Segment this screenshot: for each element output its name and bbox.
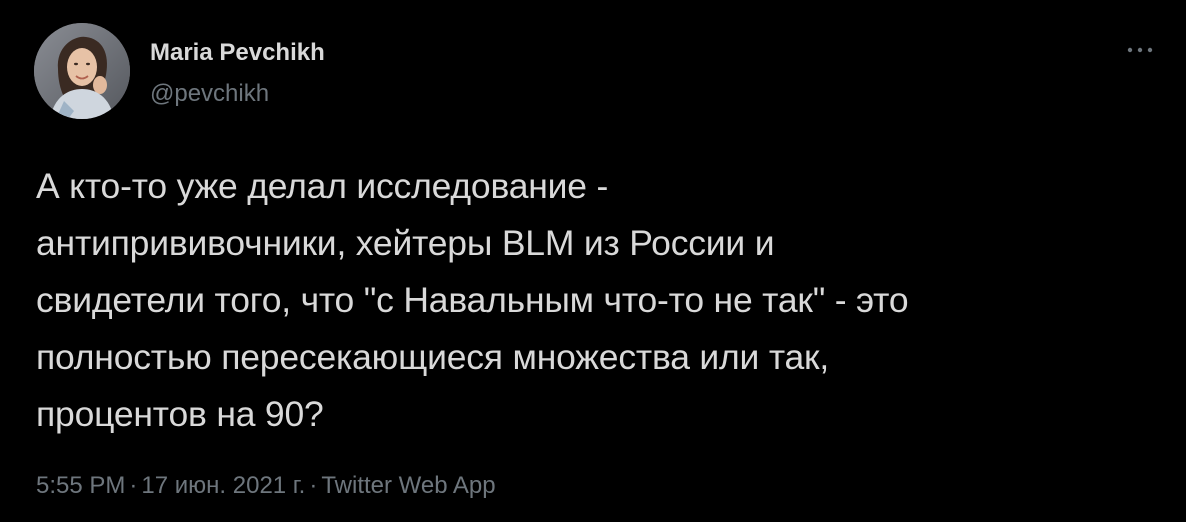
meta-separator: · — [309, 472, 318, 499]
tweet-date[interactable]: 17 июн. 2021 г. — [141, 472, 305, 499]
author-handle[interactable]: @pevchikh — [150, 79, 269, 109]
author-display-name[interactable]: Maria Pevchikh — [150, 38, 325, 68]
tweet-text-line: свидетели того, что "с Навальным что-то … — [36, 280, 909, 320]
tweet-card: Maria Pevchikh @pevchikh А кто-то уже де… — [0, 0, 1186, 522]
tweet-text-line: полностью пересекающиеся множества или т… — [36, 337, 830, 377]
tweet-text-line: процентов на 90? — [36, 394, 324, 434]
tweet-text-line: А кто-то уже делал исследование - — [36, 166, 609, 206]
more-options-button[interactable] — [1124, 38, 1160, 62]
tweet-text-line: антипрививочники, хейтеры BLM из России … — [36, 223, 775, 263]
tweet-metadata: 5:55 PM · 17 июн. 2021 г. · Twitter Web App — [36, 471, 496, 501]
tweet-time[interactable]: 5:55 PM — [36, 472, 125, 499]
avatar-image — [34, 23, 130, 119]
avatar[interactable] — [34, 23, 130, 119]
tweet-text: А кто-то уже делал исследование - антипр… — [36, 158, 1166, 443]
tweet-source[interactable]: Twitter Web App — [321, 472, 495, 499]
more-horizontal-icon — [1127, 47, 1153, 53]
meta-separator: · — [129, 472, 138, 499]
